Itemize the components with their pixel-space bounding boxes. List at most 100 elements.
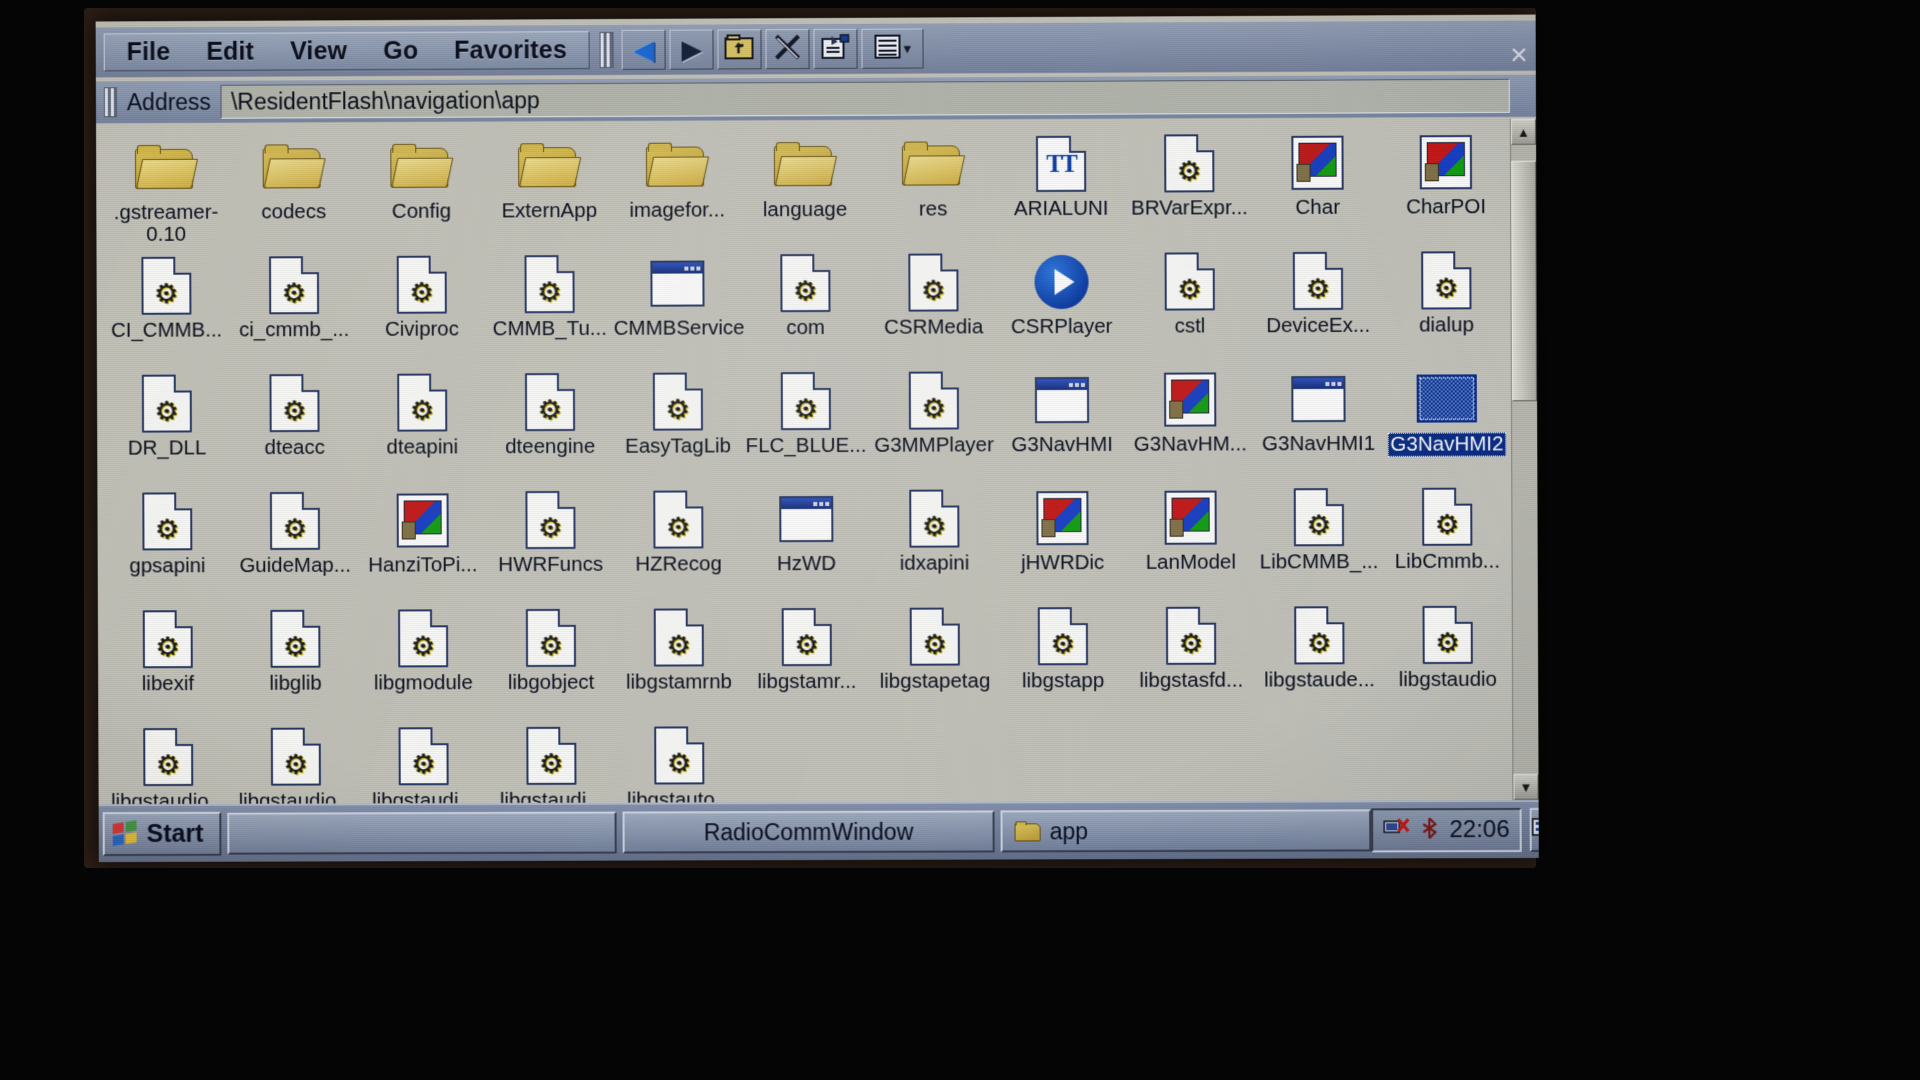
menu-item-edit[interactable]: Edit [188, 35, 272, 68]
file-item[interactable]: G3NavHMI [998, 363, 1127, 482]
file-item[interactable]: ⚙ libgstapp [999, 599, 1128, 717]
file-item[interactable]: ⚙ HZRecog [614, 482, 742, 600]
dll-file-icon: ⚙ [1294, 606, 1345, 665]
file-item[interactable]: ⚙ libgstaudi... [487, 719, 615, 804]
file-item[interactable]: CharPOI [1382, 125, 1511, 244]
file-item[interactable]: Config [357, 130, 485, 248]
back-button[interactable]: ◀ [621, 29, 666, 70]
file-item[interactable]: G3NavHM... [1126, 362, 1255, 481]
scrollbar-thumb[interactable] [1511, 160, 1538, 402]
file-item[interactable]: ⚙ CMMB_Tu... [486, 247, 614, 365]
start-button[interactable]: Start [102, 811, 222, 857]
file-item[interactable]: ⚙ BRVarExpr... [1125, 126, 1254, 245]
properties-button[interactable] [813, 28, 858, 70]
vertical-scrollbar[interactable]: ▲ ▼ [1509, 118, 1539, 800]
file-item[interactable]: ⚙ libgstaude... [1255, 598, 1384, 717]
forward-button[interactable]: ▶ [669, 29, 714, 70]
file-item[interactable]: Char [1253, 125, 1382, 244]
file-item[interactable]: G3NavHMI1 [1254, 362, 1383, 481]
file-item[interactable]: res [869, 127, 998, 246]
file-item[interactable]: ExternApp [485, 129, 613, 247]
file-item[interactable]: TT ARIALUNI [997, 127, 1126, 246]
file-item[interactable]: G3NavHMI2 [1382, 361, 1511, 480]
scroll-down-button[interactable]: ▼ [1513, 773, 1539, 800]
delete-button[interactable] [765, 29, 810, 70]
file-item-icon [650, 252, 705, 314]
file-item[interactable]: ⚙ G3MMPlayer [870, 363, 999, 482]
file-item[interactable]: language [741, 128, 869, 247]
file-item[interactable]: HanziToPi... [359, 483, 487, 601]
file-item-icon: ⚙ [908, 369, 960, 431]
menu-item-view[interactable]: View [272, 35, 365, 68]
file-item[interactable]: ⚙ libgstasfd... [1127, 598, 1256, 717]
file-item[interactable]: ⚙ CSRMedia [869, 245, 998, 364]
file-item[interactable]: ⚙ libgstamr... [743, 600, 871, 718]
file-item[interactable]: imagefor... [613, 128, 741, 247]
file-item[interactable]: ⚙ libgobject [487, 601, 615, 719]
photo-frame: File Edit View Go Favorites ◀ ▶ ▾ × Addr… [0, 0, 1920, 1080]
file-list-pane[interactable]: .gstreamer-0.10 codecs Config ExternApp imag… [96, 118, 1539, 805]
file-item[interactable]: ⚙ libgstaudio [1383, 598, 1512, 717]
file-item[interactable]: ⚙ libgstamrnb [615, 600, 743, 718]
file-item-icon: ⚙ [269, 254, 320, 316]
up-folder-button[interactable] [717, 29, 762, 70]
scroll-up-button[interactable]: ▲ [1510, 118, 1537, 145]
file-item-icon: ⚙ [1294, 604, 1345, 666]
taskbar-button-empty[interactable] [227, 811, 617, 855]
scrollbar-track[interactable] [1510, 144, 1539, 774]
file-item[interactable]: ⚙ CI_CMMB... [102, 249, 230, 367]
dll-file-icon: ⚙ [141, 374, 192, 433]
file-item[interactable]: LanModel [1126, 480, 1255, 599]
network-disconnected-icon[interactable] [1383, 817, 1409, 843]
file-item[interactable]: .gstreamer-0.10 [102, 131, 230, 249]
file-item[interactable]: ⚙ dteapini [358, 365, 486, 483]
file-item[interactable]: ⚙ EasyTagLib [614, 364, 742, 482]
file-item[interactable]: ⚙ libgstauto... [615, 718, 743, 804]
menu-item-file[interactable]: File [109, 36, 189, 69]
file-item[interactable]: HzWD [742, 482, 870, 600]
file-item[interactable]: ⚙ LibCmmb... [1383, 479, 1512, 598]
menu-item-favorites[interactable]: Favorites [436, 34, 585, 68]
file-item[interactable]: ⚙ libgstaudio... [104, 720, 232, 804]
file-item[interactable]: ⚙ DeviceEx... [1254, 244, 1383, 363]
bluetooth-icon[interactable] [1419, 817, 1439, 843]
taskbar-clock[interactable]: 22:06 [1449, 816, 1509, 844]
file-item[interactable]: ⚙ gpsapini [103, 484, 231, 602]
file-item[interactable]: ⚙ Civiproc [358, 247, 486, 365]
toolbar-grip[interactable] [599, 31, 615, 69]
address-input[interactable]: \ResidentFlash\navigation\app [220, 78, 1510, 119]
file-item[interactable]: ⚙ libglib [231, 602, 359, 720]
address-grip[interactable] [103, 87, 117, 118]
file-item[interactable]: ⚙ FLC_BLUE... [742, 364, 870, 482]
file-item[interactable]: ⚙ libgstaudi... [360, 719, 488, 804]
file-item[interactable]: CMMBService [613, 246, 745, 364]
keyboard-toggle-button[interactable] [1530, 807, 1539, 852]
file-item[interactable]: ⚙ idxapini [870, 481, 999, 599]
file-item[interactable]: ⚙ libgmodule [359, 601, 487, 719]
close-icon[interactable]: × [1510, 39, 1528, 73]
taskbar-button-radiocomm[interactable]: RadioCommWindow [622, 810, 995, 854]
file-item[interactable]: ⚙ DR_DLL [103, 366, 231, 484]
menu-item-go[interactable]: Go [365, 34, 436, 67]
taskbar-button-app[interactable]: app [1000, 809, 1372, 853]
file-item-icon [1164, 368, 1217, 430]
file-item[interactable]: jHWRDic [998, 481, 1127, 600]
file-item[interactable]: ⚙ com [741, 246, 869, 365]
executable-icon [1419, 135, 1473, 190]
file-item[interactable]: ⚙ HWRFuncs [486, 483, 614, 601]
file-item[interactable]: ⚙ ci_cmmb_... [230, 248, 358, 366]
file-item[interactable]: ⚙ libgstapetag [871, 599, 1000, 717]
file-item[interactable]: ⚙ dteengine [486, 365, 614, 483]
file-item[interactable]: ⚙ cstl [1125, 244, 1254, 363]
file-item[interactable]: ⚙ libexif [104, 602, 232, 720]
file-item[interactable]: ⚙ LibCMMB_... [1255, 480, 1384, 599]
address-bar: Address \ResidentFlash\navigation\app [95, 74, 1536, 124]
file-item[interactable]: codecs [230, 130, 358, 248]
view-mode-button[interactable]: ▾ [861, 28, 924, 69]
file-item[interactable]: ⚙ GuideMap... [231, 484, 359, 602]
file-item[interactable]: ⚙ dteacc [231, 366, 359, 484]
dll-file-icon: ⚙ [1164, 252, 1215, 311]
file-item[interactable]: ⚙ libgstaudio... [232, 719, 360, 804]
file-item[interactable]: CSRPlayer [997, 245, 1126, 364]
file-item[interactable]: ⚙ dialup [1382, 243, 1511, 362]
